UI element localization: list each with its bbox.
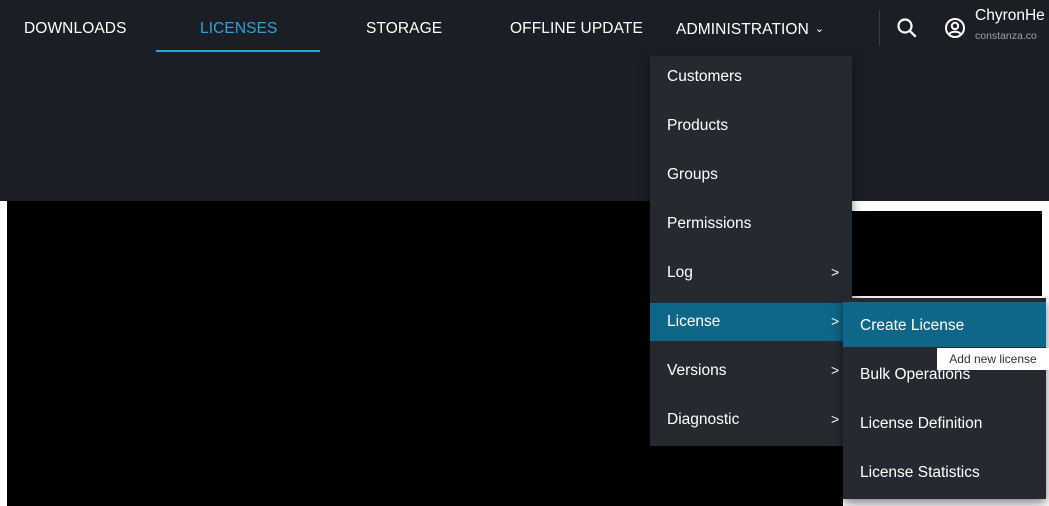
nav-active-indicator: [156, 50, 320, 52]
chevron-down-icon: ⌄: [814, 23, 825, 35]
chevron-right-icon: >: [831, 264, 840, 280]
menu-item-products[interactable]: Products: [650, 107, 852, 145]
tooltip: Add new license: [937, 348, 1049, 370]
nav-divider: [879, 10, 880, 46]
administration-menu: Customers Products Groups Permissions Lo…: [650, 56, 852, 446]
submenu-item-label: License Definition: [860, 415, 983, 432]
menu-item-customers[interactable]: Customers: [650, 58, 852, 96]
menu-item-label: Permissions: [667, 215, 752, 232]
submenu-item-label: Create License: [860, 317, 965, 334]
user-email: constanza.co: [975, 30, 1037, 42]
nav-downloads[interactable]: DOWNLOADS: [24, 0, 127, 56]
submenu-item-create-license[interactable]: Create License: [843, 302, 1046, 347]
menu-item-label: Log: [667, 264, 693, 281]
menu-item-label: License: [667, 313, 721, 330]
menu-item-label: Products: [667, 117, 729, 134]
menu-item-diagnostic[interactable]: Diagnostic >: [650, 401, 852, 439]
menu-item-groups[interactable]: Groups: [650, 156, 852, 194]
top-nav-bar: DOWNLOADS LICENSES STORAGE OFFLINE UPDAT…: [0, 0, 1049, 56]
menu-item-label: Versions: [667, 362, 727, 379]
license-submenu: Create License Bulk Operations License D…: [843, 298, 1046, 499]
user-name[interactable]: ChyronHe: [975, 7, 1045, 25]
menu-item-label: Diagnostic: [667, 411, 740, 428]
nav-offline-update[interactable]: OFFLINE UPDATE: [510, 0, 643, 56]
content-area-right: [852, 211, 1042, 296]
menu-item-permissions[interactable]: Permissions: [650, 205, 852, 243]
submenu-item-license-definition[interactable]: License Definition: [843, 404, 1046, 448]
nav-licenses[interactable]: LICENSES: [200, 0, 277, 56]
menu-item-log[interactable]: Log >: [650, 254, 852, 292]
chevron-right-icon: >: [831, 362, 840, 378]
menu-item-versions[interactable]: Versions >: [650, 352, 852, 390]
submenu-item-label: License Statistics: [860, 464, 980, 481]
search-icon[interactable]: [894, 15, 920, 41]
user-circle-icon[interactable]: [943, 16, 967, 40]
nav-administration-label: ADMINISTRATION: [676, 21, 809, 38]
page-header-band: [0, 56, 1049, 201]
menu-item-label: Customers: [667, 68, 742, 85]
nav-administration[interactable]: ADMINISTRATION ⌄: [676, 0, 824, 56]
chevron-right-icon: >: [831, 411, 840, 427]
menu-item-label: Groups: [667, 166, 718, 183]
chevron-right-icon: >: [831, 313, 840, 329]
menu-item-license[interactable]: License >: [650, 303, 852, 341]
submenu-item-license-statistics[interactable]: License Statistics: [843, 453, 1046, 497]
nav-storage[interactable]: STORAGE: [366, 0, 442, 56]
